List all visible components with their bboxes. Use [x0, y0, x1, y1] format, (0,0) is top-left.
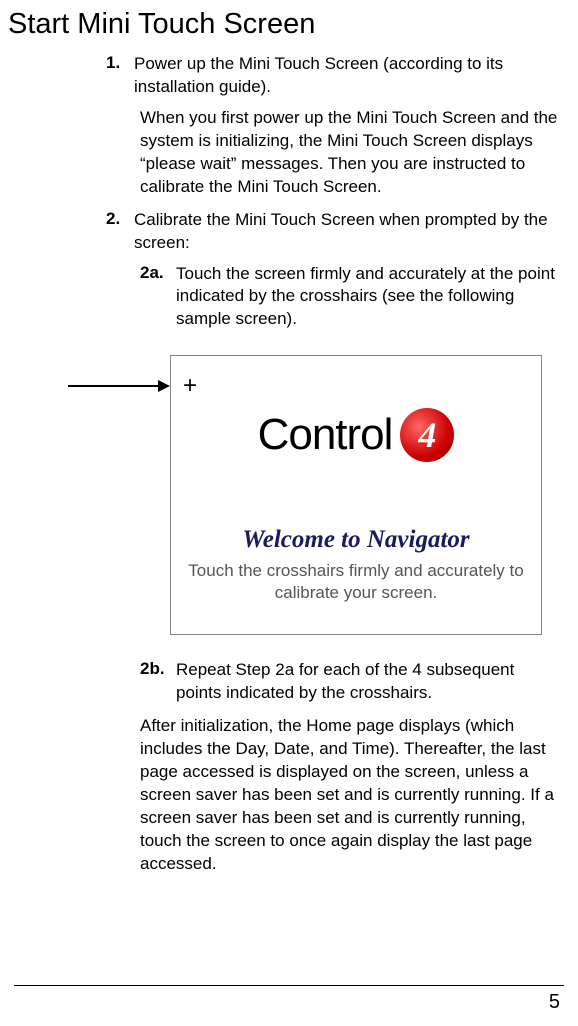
- step-2: 2. Calibrate the Mini Touch Screen when …: [106, 209, 558, 255]
- step-number: 1.: [106, 53, 134, 99]
- substep-2b: 2b. Repeat Step 2a for each of the 4 sub…: [140, 659, 558, 705]
- logo-text: Control: [258, 410, 393, 460]
- logo-row: Control 4: [201, 408, 511, 462]
- welcome-heading: Welcome to Navigator: [171, 526, 541, 554]
- step-body: Calibrate the Mini Touch Screen when pro…: [134, 209, 558, 255]
- arrow-head-icon: [158, 380, 170, 392]
- step-number: 2.: [106, 209, 134, 255]
- crosshair-icon: +: [183, 374, 197, 398]
- step-1: 1. Power up the Mini Touch Screen (accor…: [106, 53, 558, 99]
- step-2-after-note: After initialization, the Home page disp…: [140, 715, 558, 876]
- substep-body: Touch the screen firmly and accurately a…: [176, 263, 558, 332]
- step-1-note: When you first power up the Mini Touch S…: [140, 107, 558, 199]
- sample-screen: + Control 4 Welcome to Navigator Touch t…: [170, 355, 542, 635]
- sample-figure: + Control 4 Welcome to Navigator Touch t…: [8, 355, 558, 635]
- logo-digit: 4: [418, 414, 436, 456]
- footer-rule: [14, 985, 564, 986]
- substep-body: Repeat Step 2a for each of the 4 subsequ…: [176, 659, 558, 705]
- page-number: 5: [549, 991, 560, 1014]
- section-title: Start Mini Touch Screen: [8, 8, 558, 41]
- substep-number: 2a.: [140, 263, 176, 332]
- logo-circle-icon: 4: [400, 408, 454, 462]
- substep-number: 2b.: [140, 659, 176, 705]
- arrow-line: [68, 385, 160, 387]
- welcome-subtext: Touch the crosshairs firmly and accurate…: [187, 560, 525, 603]
- step-body: Power up the Mini Touch Screen (accordin…: [134, 53, 558, 99]
- substep-2a: 2a. Touch the screen firmly and accurate…: [140, 263, 558, 332]
